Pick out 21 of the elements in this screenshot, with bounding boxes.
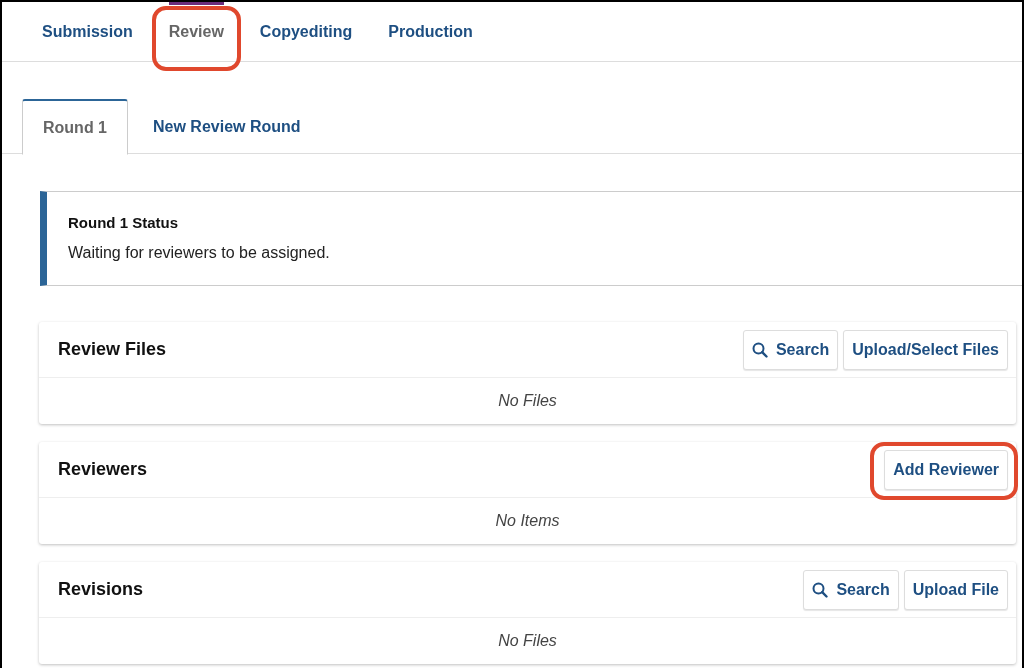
- round-tab[interactable]: Round 1: [22, 99, 128, 155]
- panel-title: Reviewers: [58, 458, 148, 481]
- stage-tab[interactable]: Submission: [42, 2, 133, 61]
- panel-button[interactable]: Add Reviewer: [884, 449, 1008, 490]
- stage-tab[interactable]: Copyediting: [259, 2, 353, 61]
- empty-message: No Items: [495, 511, 560, 531]
- round-tab[interactable]: New Review Round: [128, 99, 326, 155]
- empty-message: No Files: [498, 391, 557, 411]
- panel-button[interactable]: Search: [742, 329, 839, 370]
- stage-tab[interactable]: Review: [168, 2, 224, 61]
- panel-button[interactable]: Upload File: [903, 569, 1008, 610]
- search-icon: [812, 581, 829, 598]
- panel-title: Revisions: [58, 578, 144, 601]
- status-message: Waiting for reviewers to be assigned.: [68, 242, 331, 263]
- search-icon: [751, 341, 768, 358]
- panel-title: Review Files: [58, 338, 167, 361]
- stage-tab[interactable]: Production: [388, 2, 473, 61]
- status-title: Round 1 Status: [68, 213, 179, 234]
- empty-message: No Files: [498, 631, 557, 651]
- panel-button[interactable]: Upload/Select Files: [843, 329, 1008, 370]
- panel-button[interactable]: Search: [803, 569, 899, 610]
